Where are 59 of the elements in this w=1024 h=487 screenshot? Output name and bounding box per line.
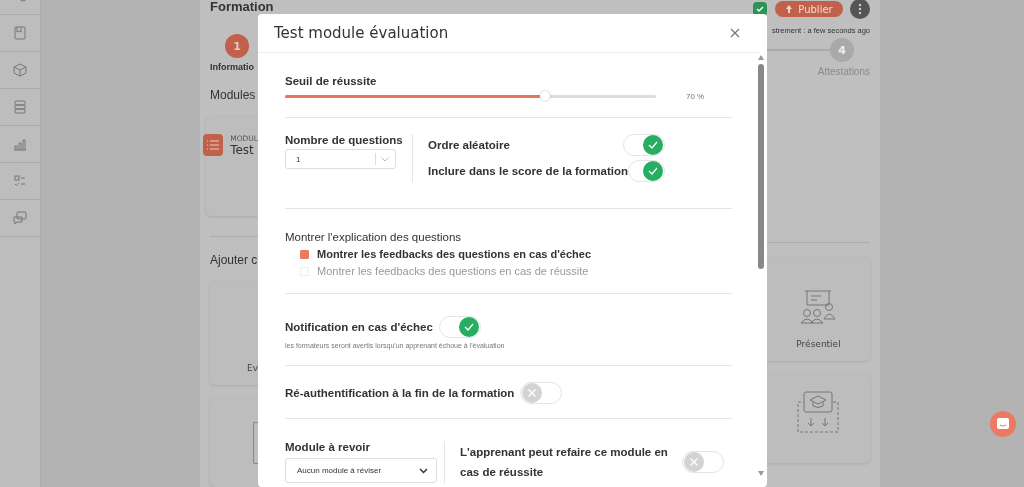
check-icon [643,161,663,181]
checkbox[interactable] [300,249,309,259]
confirm-button[interactable] [753,2,767,16]
section-heading: Ajouter c [210,253,258,267]
field-label: L'apprenant peut refaire ce module en cas de réussite [460,445,669,480]
download-icon [795,390,842,434]
chevron-icon [381,156,389,162]
chat-icon [996,417,1010,431]
page-title: Formation [210,0,274,14]
slider-thumb[interactable] [539,91,550,101]
field-label: Montrer l'explication des questions [285,231,463,243]
chart-icon [12,136,28,152]
field-label: Nombre de questions [285,134,404,146]
scroll-up-icon [758,55,764,60]
chevron-icon [419,467,428,474]
review-module-select[interactable]: Aucun module à réviser [285,458,437,483]
chat-button[interactable] [990,411,1016,437]
module-type-card[interactable] [767,373,870,463]
checkbox-label[interactable]: Montrer les feedbacks des questions en cas de réussite [317,265,589,277]
stack-icon [12,99,28,115]
close-button[interactable] [728,26,742,40]
module-type-card[interactable]: Ev [210,281,258,385]
cross-icon [522,383,543,403]
field-label: Ordre aléatoire [428,139,510,151]
chat-icon [12,210,28,226]
field-label: Module à revoir [285,441,371,453]
field-label: Notification en cas d'échec [285,321,433,333]
section-heading: Modules [210,88,257,102]
scroll-down-icon [758,471,764,476]
upload-icon [785,4,794,14]
field-label: Ré-authentification à la fin de la formation [285,387,515,399]
field-label: Seuil de réussite [285,75,378,87]
card-label: Ev [247,363,258,373]
cube-icon [12,62,28,78]
dialog-title: Test module évaluation [274,24,449,42]
check-icon [755,4,765,14]
module-title: Test [230,143,255,157]
checkbox-label[interactable]: Montrer les feedbacks des questions en cas d'échec [317,248,592,260]
module-type-card[interactable]: Présentiel [767,257,870,361]
question-count-select[interactable]: 1 [285,149,396,169]
select-value: 1 [296,154,302,164]
book-icon [12,25,28,41]
card-label: Présentiel [796,339,841,349]
close-icon [730,28,740,38]
check-icon [458,317,479,337]
more-icon [858,3,862,15]
publish-button[interactable]: Publier [775,1,843,17]
checklist-icon [12,173,28,189]
step-label[interactable]: Informatio [210,62,254,72]
slider-value: 70 % [686,92,705,101]
scroll-thumb[interactable] [758,64,764,269]
classroom-icon [798,289,839,325]
module-type-card[interactable] [210,397,258,487]
check-icon [643,135,663,155]
cross-icon [684,452,704,472]
select-value: Aucun module à réviser [297,466,382,475]
list-icon [206,139,221,151]
more-button[interactable] [850,0,870,19]
field-label: Inclure dans le score de la formation [428,165,629,177]
